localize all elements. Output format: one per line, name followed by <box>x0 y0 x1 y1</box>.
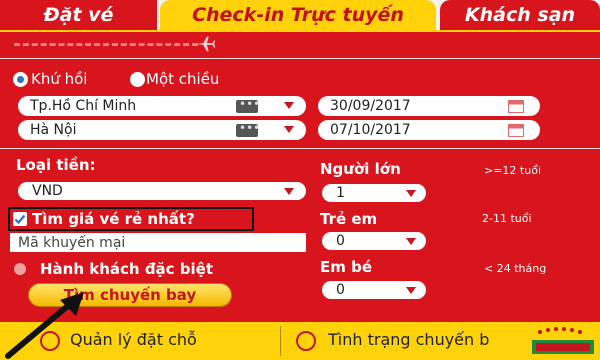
chevron-down-icon <box>284 126 294 133</box>
infants-label: Em bé <box>320 258 373 276</box>
infants-select[interactable]: 0 <box>322 281 426 299</box>
children-select[interactable]: 0 <box>322 232 426 250</box>
promo-code-placeholder: Mã khuyến mại <box>18 234 126 251</box>
infants-hint: < 24 tháng <box>484 262 547 275</box>
origin-select[interactable]: Tp.Hồ Chí Minh <box>18 96 306 116</box>
special-passenger-radio[interactable] <box>14 263 26 275</box>
tab-online-checkin[interactable]: Check-in Trực tuyến <box>160 0 436 30</box>
flight-status-link[interactable]: Tình trạng chuyến b <box>328 330 489 349</box>
destination-value: Hà Nội <box>30 122 77 138</box>
adults-label: Người lớn <box>320 160 401 178</box>
divider <box>0 148 600 149</box>
chevron-down-icon <box>406 287 416 294</box>
tab-booking[interactable]: Đặt vé <box>0 0 157 30</box>
depart-date-field[interactable]: 30/09/2017 <box>318 96 540 116</box>
top-divider <box>0 30 600 32</box>
dots-icon <box>236 97 260 113</box>
flight-path-decoration <box>14 43 198 46</box>
one-way-label: Một chiều <box>146 70 220 88</box>
cheapest-fare-label[interactable]: Tìm giá vé rẻ nhất? <box>32 210 195 228</box>
children-label: Trẻ em <box>320 210 378 228</box>
currency-select[interactable]: VND <box>18 182 306 200</box>
tab-hotel[interactable]: Khách sạn <box>440 0 600 30</box>
calendar-icon[interactable] <box>508 100 524 113</box>
brand-logo <box>526 324 600 360</box>
currency-value: VND <box>32 183 63 199</box>
one-way-radio[interactable] <box>130 72 145 87</box>
dots-icon <box>236 121 260 137</box>
calendar-icon[interactable] <box>508 124 524 137</box>
special-passenger-label: Hành khách đặc biệt <box>40 260 214 278</box>
adults-select[interactable]: 1 <box>322 184 426 202</box>
plane-icon <box>196 36 216 52</box>
round-trip-radio[interactable] <box>13 72 28 87</box>
divider <box>0 58 600 59</box>
divider <box>280 326 281 356</box>
chevron-down-icon <box>406 190 416 197</box>
arrow-icon <box>5 292 84 359</box>
chevron-down-icon <box>406 238 416 245</box>
children-value: 0 <box>336 233 345 249</box>
destination-select[interactable]: Hà Nội <box>18 120 306 140</box>
return-date-field[interactable]: 07/10/2017 <box>318 120 540 140</box>
round-trip-label: Khứ hồi <box>31 70 88 88</box>
tab-bar: Đặt vé Check-in Trực tuyến Khách sạn <box>0 0 600 30</box>
adults-hint: >=12 tuổi <box>484 164 541 177</box>
chevron-down-icon <box>284 188 294 195</box>
children-hint: 2-11 tuổi <box>482 212 532 225</box>
currency-label: Loại tiền: <box>16 156 96 174</box>
adults-value: 1 <box>336 185 345 201</box>
origin-value: Tp.Hồ Chí Minh <box>30 98 137 114</box>
promo-code-input[interactable]: Mã khuyến mại <box>10 233 306 252</box>
chevron-down-icon <box>284 102 294 109</box>
infants-value: 0 <box>336 282 345 298</box>
globe-icon <box>296 331 316 351</box>
checkbox-checked-icon[interactable] <box>13 212 27 226</box>
